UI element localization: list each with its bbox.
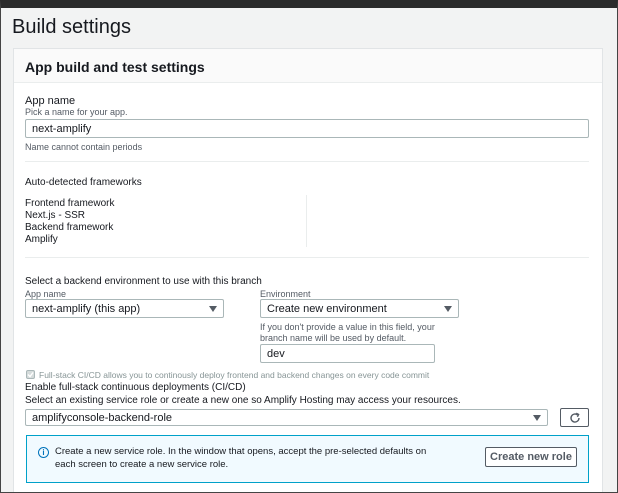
app-name-label: App name (25, 95, 76, 107)
backend-app-label: App name (25, 289, 67, 299)
panel-header: App build and test settings (14, 49, 602, 83)
app-name-value: next-amplify (32, 122, 92, 135)
info-message: Create a new service role. In the window… (55, 446, 427, 470)
service-role-selected: amplifyconsole-backend-role (32, 411, 173, 424)
chevron-down-icon (444, 305, 452, 312)
info-icon: i (38, 447, 49, 458)
chevron-down-icon (209, 305, 217, 312)
backend-app-selected: next-amplify (this app) (32, 302, 141, 315)
backend-app-select[interactable]: next-amplify (this app) (25, 299, 224, 318)
cicd-label: Enable full-stack continuous deployments… (25, 382, 246, 393)
environment-name-value: dev (267, 347, 285, 360)
app-name-input[interactable]: next-amplify (25, 119, 589, 138)
panel-title: App build and test settings (25, 59, 205, 75)
chevron-down-icon (533, 414, 541, 421)
section-divider (25, 257, 589, 258)
refresh-icon (569, 412, 580, 423)
cicd-checkbox[interactable] (26, 370, 35, 379)
environment-name-input[interactable]: dev (260, 344, 435, 363)
frontend-framework-value: Next.js - SSR (25, 210, 86, 221)
environment-select[interactable]: Create new environment (260, 299, 459, 318)
frameworks-heading: Auto-detected frameworks (25, 177, 142, 188)
environment-hint: If you don't provide a value in this fie… (260, 322, 435, 343)
backend-env-heading: Select a backend environment to use with… (25, 276, 262, 287)
check-icon (27, 372, 34, 378)
service-role-prompt: Select an existing service role or creat… (25, 395, 461, 406)
frontend-framework-label: Frontend framework (25, 198, 115, 209)
app-name-constraint: Name cannot contain periods (25, 142, 143, 152)
cicd-checkbox-text: Full-stack CI/CD allows you to continous… (39, 370, 430, 380)
environment-selected: Create new environment (267, 302, 387, 315)
service-role-select[interactable]: amplifyconsole-backend-role (25, 409, 548, 426)
create-new-role-button[interactable]: Create new role (485, 447, 577, 467)
environment-label: Environment (260, 289, 311, 299)
section-divider (25, 161, 589, 162)
build-settings-panel: App build and test settings App name Pic… (13, 48, 603, 492)
backend-framework-value: Amplify (25, 234, 58, 245)
app-name-description: Pick a name for your app. (25, 107, 128, 117)
backend-framework-label: Backend framework (25, 222, 114, 233)
refresh-roles-button[interactable] (560, 408, 589, 427)
window-frame: Build settings App build and test settin… (0, 0, 618, 493)
frameworks-column-divider (306, 195, 307, 247)
service-role-info-alert: i Create a new service role. In the wind… (26, 435, 589, 483)
page-title: Build settings (12, 16, 131, 38)
